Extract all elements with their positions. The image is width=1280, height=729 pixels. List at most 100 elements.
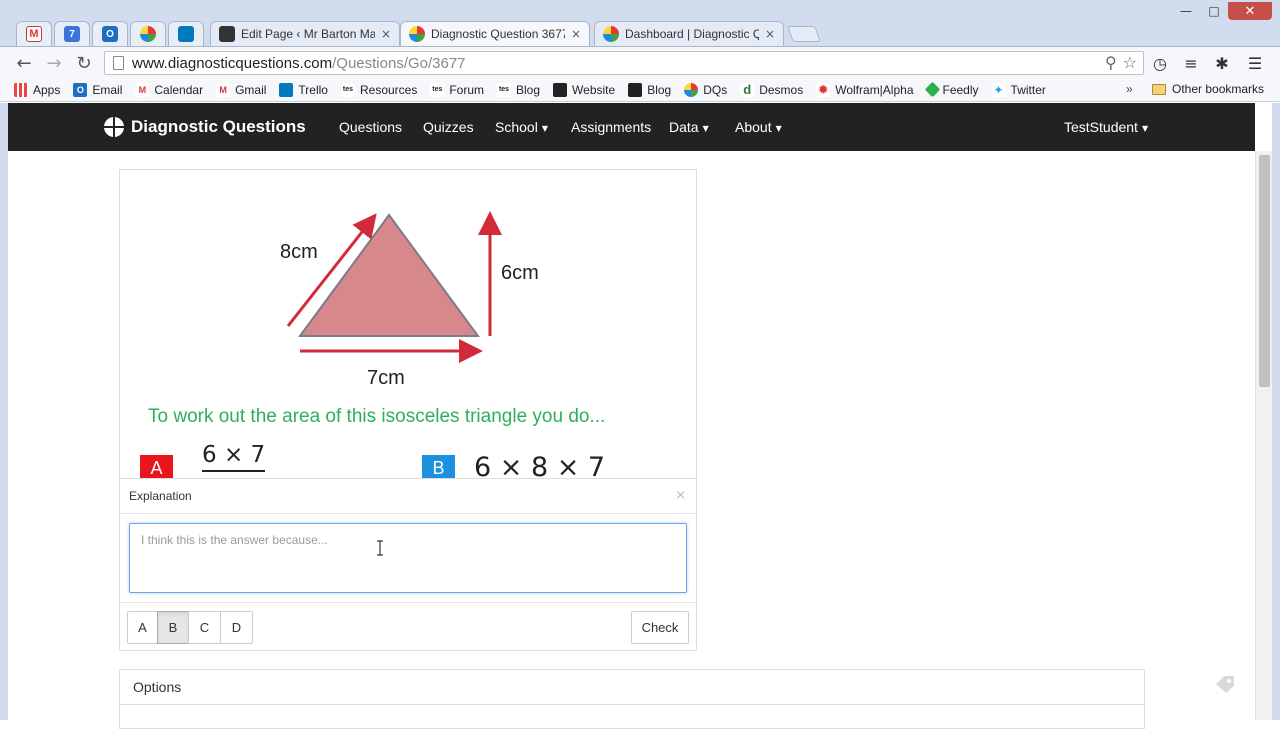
pinned-tab-dq[interactable] (130, 21, 166, 46)
tab-close-icon[interactable]: × (381, 27, 391, 41)
site-navbar: Diagnostic Questions Questions Quizzes S… (8, 103, 1255, 151)
answer-a-button[interactable]: A (127, 611, 158, 644)
reload-icon[interactable]: ↻ (74, 53, 94, 74)
answer-row: A B C D Check (120, 602, 696, 650)
window-close-icon[interactable]: ✕ (1228, 2, 1272, 20)
bookmark-calendar[interactable]: M Calendar (135, 82, 204, 97)
bookmark-desmos[interactable]: d Desmos (740, 82, 803, 97)
zoom-search-icon[interactable]: ⚲ (1105, 53, 1117, 73)
question-panel: 8cm 6cm 7cm To work out the area of this… (119, 169, 697, 651)
nav-about[interactable]: About ▼ (735, 119, 782, 135)
bookmark-website[interactable]: Website (553, 82, 615, 97)
outlook-icon: O (73, 82, 88, 97)
bookmark-dqs[interactable]: DQs (684, 82, 727, 97)
mrbartonmaths-icon (628, 82, 643, 97)
bookmark-apps[interactable]: Apps (14, 82, 60, 97)
nav-user-menu[interactable]: TestStudent ▼ (1064, 119, 1148, 135)
caret-down-icon: ▼ (541, 123, 548, 133)
bookmark-wolfram[interactable]: ✹ Wolfram|Alpha (816, 82, 914, 97)
base-label: 7cm (367, 367, 405, 389)
bookmark-twitter[interactable]: ✦ Twitter (991, 82, 1046, 97)
calendar-icon: 7 (64, 26, 80, 42)
pinned-tab-trello[interactable] (168, 21, 204, 46)
trello-icon (178, 26, 194, 42)
brand-name: Diagnostic Questions (131, 117, 306, 136)
bookmark-blog-tes[interactable]: tes Blog (497, 82, 541, 97)
bookmark-trello[interactable]: Trello (279, 82, 328, 97)
history-clock-icon[interactable]: ◷ (1150, 53, 1170, 73)
bookmark-label: Email (92, 82, 123, 97)
page-icon (113, 56, 124, 70)
new-tab-button[interactable] (787, 26, 821, 42)
scrollbar-thumb[interactable] (1259, 155, 1270, 387)
other-bookmarks[interactable]: Other bookmarks (1152, 82, 1264, 96)
minimize-icon[interactable]: — (1172, 2, 1200, 20)
explanation-placeholder: I think this is the answer because... (141, 533, 328, 547)
bookmark-label: Resources (359, 82, 418, 97)
outlook-icon: O (102, 26, 118, 42)
tes-icon: tes (430, 82, 445, 97)
bookmark-resources[interactable]: tes Resources (340, 82, 418, 97)
dq-logo-icon (684, 82, 699, 97)
window-controls: — □ ✕ (1172, 2, 1272, 20)
gmail-icon: M (216, 82, 231, 97)
tab-title: Edit Page ‹ Mr Barton Mat (241, 27, 375, 41)
answer-b-button[interactable]: B (157, 611, 189, 644)
bookmark-label: Wolfram|Alpha (835, 82, 914, 97)
back-arrow-icon[interactable]: ← (14, 53, 34, 74)
other-bookmarks-label: Other bookmarks (1172, 82, 1265, 96)
tab-diagnostic-question[interactable]: Diagnostic Question 3677 × (400, 21, 590, 46)
nav-about-label: About (735, 119, 772, 135)
explanation-textarea[interactable]: I think this is the answer because... (129, 523, 687, 593)
bookmark-gmail[interactable]: M Gmail (216, 82, 266, 97)
nav-questions[interactable]: Questions (339, 119, 402, 135)
page-scrollbar[interactable] (1255, 151, 1272, 720)
tab-close-icon[interactable]: × (571, 27, 581, 41)
window-frame-left (0, 103, 8, 720)
nav-quizzes[interactable]: Quizzes (423, 119, 474, 135)
feedly-icon (924, 81, 940, 98)
nav-data-label: Data (669, 119, 699, 135)
pinned-tab-gmail[interactable]: M (16, 21, 52, 46)
pinned-tab-calendar[interactable]: 7 (54, 21, 90, 46)
mrbartonmaths-icon (219, 26, 235, 42)
forward-arrow-icon[interactable]: → (44, 53, 64, 74)
bookmark-blog[interactable]: Blog (628, 82, 672, 97)
nav-school[interactable]: School ▼ (495, 119, 548, 135)
nav-school-label: School (495, 119, 538, 135)
address-bar[interactable]: www.diagnosticquestions.com/Questions/Go… (104, 51, 1144, 75)
maximize-icon[interactable]: □ (1200, 2, 1228, 20)
apps-grid-icon (14, 82, 28, 97)
answer-d-button[interactable]: D (220, 611, 253, 644)
tab-dashboard[interactable]: Dashboard | Diagnostic Q × (594, 21, 784, 46)
bookmark-star-icon[interactable]: ☆ (1123, 53, 1137, 73)
check-button[interactable]: Check (631, 611, 689, 644)
buffer-layers-icon[interactable]: ≡ (1181, 53, 1201, 73)
tab-edit-page[interactable]: Edit Page ‹ Mr Barton Mat × (210, 21, 400, 46)
nav-assignments[interactable]: Assignments (571, 119, 651, 135)
bookmarks-overflow-icon[interactable]: » (1126, 82, 1133, 96)
bookmark-label: Calendar (154, 82, 204, 97)
tab-close-icon[interactable]: × (765, 27, 775, 41)
menu-icon[interactable]: ☰ (1245, 53, 1265, 73)
options-divider (120, 704, 1144, 705)
bookmark-feedly[interactable]: Feedly (924, 81, 979, 98)
pinned-tab-outlook[interactable]: O (92, 21, 128, 46)
url-path: /Questions/Go/3677 (332, 54, 466, 72)
height-label: 6cm (501, 262, 539, 284)
site-brand[interactable]: Diagnostic Questions (104, 117, 306, 137)
extension-asterisk-icon[interactable]: ✱ (1212, 53, 1232, 73)
nav-data[interactable]: Data ▼ (669, 119, 709, 135)
caret-down-icon: ▼ (702, 123, 709, 133)
explanation-header: Explanation × (120, 478, 696, 514)
bookmark-forum[interactable]: tes Forum (430, 82, 484, 97)
bookmark-label: Blog (647, 82, 672, 97)
bookmark-email[interactable]: O Email (73, 82, 123, 97)
tes-icon: tes (340, 82, 355, 97)
options-title[interactable]: Options (133, 679, 181, 695)
close-icon[interactable]: × (675, 488, 686, 503)
feedback-tag-icon[interactable] (1214, 674, 1236, 694)
answer-c-button[interactable]: C (188, 611, 221, 644)
option-b-badge: B (422, 455, 455, 478)
bookmark-label: Blog (516, 82, 541, 97)
